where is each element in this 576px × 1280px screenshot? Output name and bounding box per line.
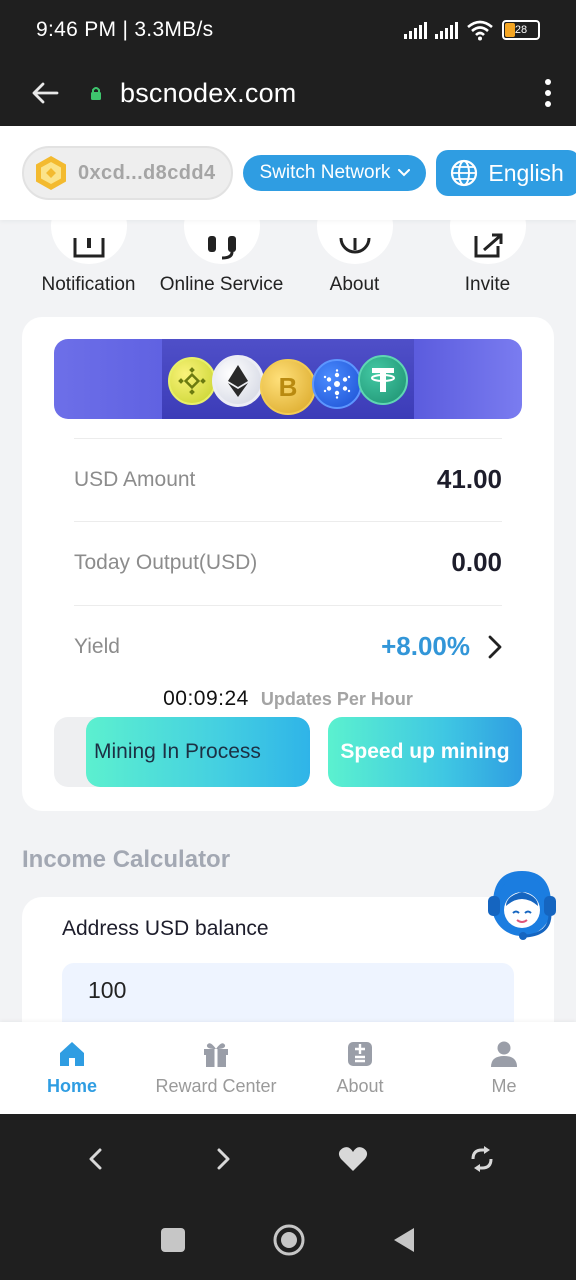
android-navigation-bar [0, 1204, 576, 1280]
nav-label: Home [46, 1076, 97, 1096]
language-button[interactable]: English [436, 150, 576, 196]
customer-support-button[interactable] [486, 868, 558, 942]
back-button[interactable] [0, 60, 90, 126]
countdown-timer: 00:09:24 [163, 687, 249, 710]
lock-icon [90, 86, 102, 100]
favorite-button[interactable] [323, 1129, 383, 1189]
status-time: 9:46 PM | 3.3MB/s [36, 18, 214, 41]
about-icon [348, 1042, 372, 1066]
arrow-left-icon [32, 82, 59, 104]
gift-icon [204, 1043, 228, 1067]
status-icons: 28 [404, 19, 540, 41]
android-back-button[interactable] [392, 1226, 416, 1259]
page-header: 0xcd...d8cdd4 Switch Network English [0, 126, 576, 220]
support-agent-icon [488, 870, 556, 940]
more-vertical-icon [545, 79, 551, 85]
status-bar: 9:46 PM | 3.3MB/s 28 [0, 0, 576, 60]
chevron-right-icon [488, 635, 502, 658]
income-calculator-card: Address USD balance 100 [22, 897, 554, 1022]
today-output-row: Today Output(USD) 0.00 [74, 521, 502, 603]
usd-amount-value: 41.00 [436, 464, 502, 494]
bnb-logo-icon [36, 156, 66, 190]
usd-amount-row: USD Amount 41.00 [74, 438, 502, 520]
balance-input[interactable]: 100 [62, 963, 514, 1022]
mining-card: B USD Amount 41.00 Today Output(USD) 0.0… [22, 317, 554, 811]
ada-coin-icon [312, 359, 362, 409]
wallet-address-chip[interactable]: 0xcd...d8cdd4 [22, 146, 234, 200]
signal-2-icon [435, 21, 458, 39]
url-domain[interactable]: bscnodex.com [120, 78, 520, 109]
nav-home[interactable]: Home [0, 1022, 144, 1114]
quick-action-label: Online Service [159, 274, 284, 295]
battery-icon: 28 [502, 20, 540, 40]
nav-me[interactable]: Me [432, 1022, 576, 1114]
quick-action-label: Invite [464, 274, 511, 295]
quick-action-label: About [329, 274, 380, 295]
yield-label: Yield [74, 634, 120, 658]
wallet-address: 0xcd...d8cdd4 [78, 161, 216, 184]
browser-url-bar: bscnodex.com [0, 60, 576, 126]
today-output-value: 0.00 [451, 547, 502, 577]
refresh-icon [471, 1146, 492, 1172]
chevron-right-icon [217, 1148, 229, 1170]
nav-label: Reward Center [155, 1076, 277, 1096]
usdt-coin-icon [358, 355, 408, 405]
updates-label: Updates Per Hour [260, 689, 413, 709]
more-menu-button[interactable] [520, 60, 576, 126]
bnb-coin-icon [168, 357, 216, 405]
wifi-icon [467, 20, 493, 41]
switch-network-button[interactable]: Switch Network [243, 155, 427, 191]
nav-label: Me [491, 1076, 517, 1096]
home-circle-icon [273, 1224, 305, 1255]
bottom-navigation: Home Reward Center About Me [0, 1022, 576, 1114]
android-home-button[interactable] [272, 1223, 306, 1262]
back-triangle-icon [394, 1227, 414, 1252]
balance-label: Address USD balance [62, 917, 269, 940]
crypto-banner: B [54, 339, 522, 419]
btc-coin-icon: B [260, 359, 316, 415]
quick-action-label: Notification [41, 274, 136, 295]
page-content[interactable]: Notification Online Service About Invite [0, 126, 576, 1022]
refresh-button[interactable] [452, 1129, 512, 1189]
eth-coin-icon [212, 355, 264, 407]
heart-icon [338, 1147, 367, 1171]
nav-reward-center[interactable]: Reward Center [144, 1022, 288, 1114]
nav-label: About [336, 1076, 384, 1096]
chevron-left-icon [89, 1148, 101, 1170]
battery-level: 28 [514, 24, 528, 36]
signal-icon [404, 21, 427, 39]
recents-button[interactable] [160, 1227, 186, 1258]
speed-up-mining-button[interactable]: Speed up mining [328, 717, 522, 787]
user-icon [491, 1041, 517, 1067]
mining-progress-bar: Mining In Process [54, 717, 310, 787]
browser-back-button[interactable] [65, 1129, 125, 1189]
home-icon [60, 1042, 84, 1066]
browser-forward-button[interactable] [194, 1129, 254, 1189]
usd-amount-label: USD Amount [74, 467, 196, 491]
income-calculator-title: Income Calculator [22, 846, 231, 873]
yield-row[interactable]: Yield +8.00% [74, 605, 502, 687]
nav-about[interactable]: About [288, 1022, 432, 1114]
today-output-label: Today Output(USD) [74, 550, 258, 574]
language-label: English [488, 159, 564, 186]
chevron-down-icon [398, 169, 411, 177]
globe-icon [451, 159, 478, 187]
switch-network-label: Switch Network [259, 162, 391, 183]
recents-icon [161, 1227, 185, 1252]
yield-value: +8.00% [381, 631, 470, 661]
mining-status-label: Mining In Process [94, 740, 261, 763]
mining-timer: 00:09:24 Updates Per Hour [22, 687, 554, 711]
browser-toolbar [0, 1114, 576, 1204]
